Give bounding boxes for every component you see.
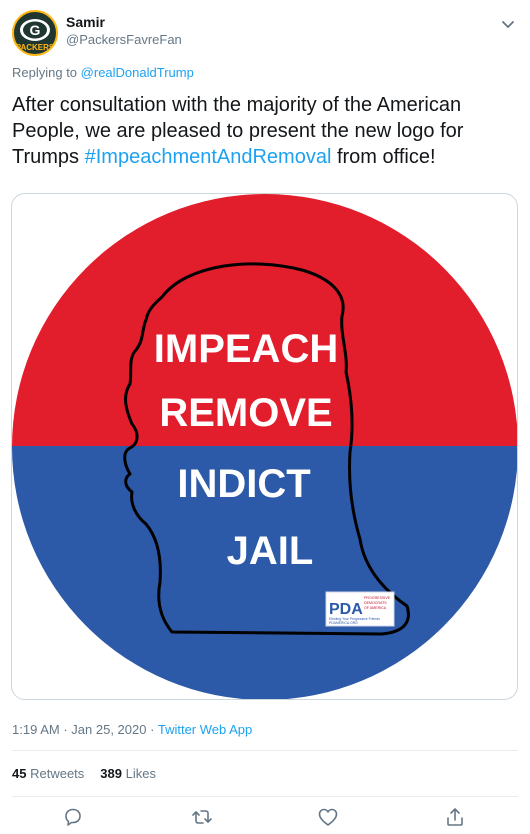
impeach-logo-image: IMPEACH REMOVE INDICT JAIL PDA PROGRESSI… bbox=[12, 194, 517, 699]
user-handle[interactable]: @PackersFavreFan bbox=[66, 31, 182, 49]
badge-line-3: OF AMERICA bbox=[364, 606, 387, 610]
tweet-header: G PACKERS Samir @PackersFavreFan bbox=[12, 10, 518, 58]
divider-top bbox=[12, 750, 518, 751]
tweet-date[interactable]: Jan 25, 2020 bbox=[71, 722, 146, 737]
share-button[interactable] bbox=[443, 805, 467, 829]
tweet-text-after: from office! bbox=[331, 146, 436, 168]
avatar-letter: G bbox=[30, 22, 41, 38]
reply-mention-link[interactable]: @realDonaldTrump bbox=[81, 65, 194, 80]
retweet-button[interactable] bbox=[190, 805, 214, 829]
pda-badge: PDA PROGRESSIVE DEMOCRATS OF AMERICA Ele… bbox=[325, 591, 395, 627]
display-name[interactable]: Samir bbox=[66, 13, 182, 31]
tweet-text: After consultation with the majority of … bbox=[12, 92, 512, 170]
badge-line-2: DEMOCRATS bbox=[364, 601, 387, 605]
retweets-count: 45 bbox=[12, 766, 27, 781]
divider-bottom bbox=[12, 796, 518, 797]
replying-prefix: Replying to bbox=[12, 65, 78, 80]
retweet-icon bbox=[192, 810, 212, 824]
user-info: Samir @PackersFavreFan bbox=[66, 13, 182, 49]
meta-separator-2: · bbox=[150, 722, 155, 737]
likes-label: Likes bbox=[125, 766, 156, 781]
logo-line-4: JAIL bbox=[227, 529, 314, 573]
tweet-source-link[interactable]: Twitter Web App bbox=[158, 722, 252, 737]
logo-line-2: REMOVE bbox=[159, 391, 332, 435]
avatar[interactable]: G PACKERS bbox=[12, 10, 58, 56]
reply-icon bbox=[65, 808, 81, 826]
logo-line-3: INDICT bbox=[177, 462, 310, 506]
replying-to: Replying to @realDonaldTrump bbox=[12, 65, 194, 80]
pda-logo-text: PDA bbox=[329, 601, 363, 618]
retweets-stat[interactable]: 45 Retweets bbox=[12, 766, 84, 781]
badge-line-1: PROGRESSIVE bbox=[364, 596, 391, 600]
tweet-meta: 1:19 AM · Jan 25, 2020 · Twitter Web App bbox=[12, 722, 252, 737]
packers-logo-icon: G PACKERS bbox=[16, 19, 55, 52]
logo-line-1: IMPEACH bbox=[154, 327, 338, 371]
badge-line-5: PDAMERICA.ORG bbox=[329, 621, 358, 625]
share-icon bbox=[447, 808, 463, 826]
tweet-actions bbox=[0, 805, 530, 831]
more-options-button[interactable] bbox=[498, 14, 518, 34]
meta-separator: · bbox=[63, 722, 68, 737]
hashtag-link[interactable]: #ImpeachmentAndRemoval bbox=[85, 146, 332, 168]
avatar-text: PACKERS bbox=[16, 43, 55, 52]
like-button[interactable] bbox=[316, 805, 340, 829]
tweet-image[interactable]: IMPEACH REMOVE INDICT JAIL PDA PROGRESSI… bbox=[11, 193, 518, 700]
reply-button[interactable] bbox=[61, 805, 85, 829]
tweet-time[interactable]: 1:19 AM bbox=[12, 722, 60, 737]
chevron-down-icon bbox=[502, 21, 514, 28]
likes-count: 389 bbox=[100, 766, 122, 781]
retweets-label: Retweets bbox=[30, 766, 85, 781]
like-icon bbox=[318, 808, 338, 826]
likes-stat[interactable]: 389 Likes bbox=[100, 766, 156, 781]
tweet-stats: 45 Retweets 389 Likes bbox=[12, 766, 156, 781]
